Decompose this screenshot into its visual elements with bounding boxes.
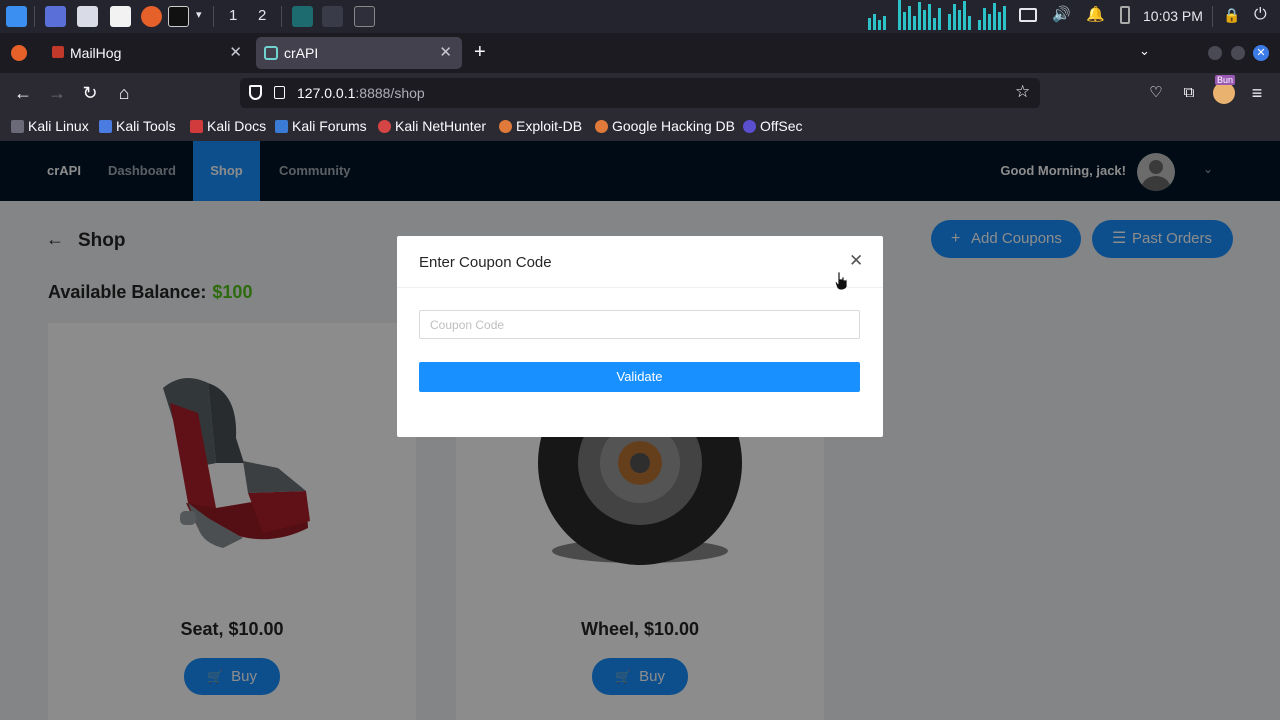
offsec-icon	[743, 120, 756, 133]
browser-tab-strip: MailHog ✕ crAPI ✕ + ⌄ ✕	[0, 33, 1280, 73]
display-icon[interactable]	[1019, 8, 1037, 22]
bookmark-label: Kali Forums	[292, 118, 367, 134]
web-page: crAPI Dashboard Shop Community Good Morn…	[0, 141, 1280, 720]
mailhog-favicon-icon	[52, 46, 64, 58]
bookmark-google-hacking-db[interactable]: Google Hacking DB	[595, 118, 735, 134]
volume-icon[interactable]: 🔊	[1052, 6, 1071, 24]
menu-icon[interactable]: ≡	[1246, 82, 1268, 104]
notifications-icon[interactable]: 🔔	[1086, 6, 1105, 24]
list-all-tabs-icon[interactable]: ⌄	[1139, 43, 1150, 59]
power-icon[interactable]: ⏻	[1254, 6, 1272, 24]
close-tab-icon[interactable]: ✕	[439, 43, 452, 61]
extension-avatar-icon[interactable]: Bun	[1213, 75, 1236, 104]
bookmark-label: Kali Linux	[28, 118, 89, 134]
coupon-modal: Enter Coupon Code ✕ Validate	[397, 236, 883, 437]
extension-badge: Bun	[1215, 75, 1236, 85]
bookmark-label: Exploit-DB	[516, 118, 583, 134]
bookmark-kali-docs[interactable]: Kali Docs	[190, 118, 266, 134]
crapi-favicon-icon	[264, 46, 278, 60]
taskbar-app-icon[interactable]	[292, 6, 313, 27]
modal-title: Enter Coupon Code	[419, 254, 552, 271]
close-icon[interactable]: ✕	[849, 251, 863, 271]
kali-dragon-icon	[11, 120, 24, 133]
validate-button[interactable]: Validate	[419, 362, 860, 392]
taskbar-terminal-icon[interactable]	[354, 6, 375, 27]
page-info-icon[interactable]	[274, 86, 285, 99]
exploit-db-icon	[499, 120, 512, 133]
home-icon[interactable]: ⌂	[113, 82, 135, 104]
url-bar[interactable]: 127.0.0.1:8888/shop ☆	[240, 78, 1040, 108]
url-host: 127.0.0.1	[297, 85, 356, 101]
desktop-icon[interactable]	[45, 6, 66, 27]
os-taskbar: ▾ 1 2 🔊 🔔 10:03 PM 🔒 ⏻	[0, 0, 1280, 33]
taskbar-divider	[1212, 6, 1213, 27]
workspace-1[interactable]: 1	[229, 7, 237, 24]
ghdb-icon	[595, 120, 608, 133]
text-editor-icon[interactable]	[110, 6, 131, 27]
kali-docs-icon	[190, 120, 203, 133]
nethunter-icon	[378, 120, 391, 133]
new-tab-icon[interactable]: +	[474, 41, 486, 64]
taskbar-firefox-icon[interactable]	[322, 6, 343, 27]
terminal-launcher-icon[interactable]	[168, 6, 189, 27]
coupon-code-input[interactable]	[419, 310, 860, 339]
bookmarks-bar: Kali Linux Kali Tools Kali Docs Kali For…	[0, 113, 1280, 141]
tab-crapi[interactable]: crAPI ✕	[256, 37, 462, 69]
firefox-view-icon[interactable]	[11, 45, 27, 61]
kali-forums-icon	[275, 120, 288, 133]
back-icon[interactable]: ←	[12, 82, 34, 104]
bookmark-label: Google Hacking DB	[612, 118, 735, 134]
taskbar-divider	[281, 6, 282, 27]
launcher-chevron-icon[interactable]: ▾	[196, 8, 202, 21]
clock: 10:03 PM	[1143, 8, 1203, 24]
bookmark-label: OffSec	[760, 118, 803, 134]
browser-nav-bar: ← → ↻ ⌂ 127.0.0.1:8888/shop ☆ ♡ ⧉ Bun ≡	[0, 73, 1280, 113]
extensions-icon[interactable]: ⧉	[1178, 82, 1200, 104]
tab-label: crAPI	[284, 45, 319, 61]
minimize-window-button[interactable]	[1208, 46, 1222, 60]
modal-divider	[397, 287, 883, 288]
lock-icon[interactable]: 🔒	[1223, 6, 1241, 24]
file-manager-icon[interactable]	[77, 6, 98, 27]
shield-icon[interactable]	[249, 85, 262, 100]
kali-menu-icon[interactable]	[6, 6, 27, 27]
firefox-launcher-icon[interactable]	[141, 6, 162, 27]
tab-label: MailHog	[70, 45, 122, 61]
bookmark-kali-nethunter[interactable]: Kali NetHunter	[378, 118, 486, 134]
bookmark-exploit-db[interactable]: Exploit-DB	[499, 118, 582, 134]
tab-mailhog[interactable]: MailHog ✕	[40, 37, 252, 69]
workspace-2[interactable]: 2	[258, 7, 266, 24]
taskbar-divider	[34, 6, 35, 27]
bookmark-kali-tools[interactable]: Kali Tools	[99, 118, 176, 134]
reload-icon[interactable]: ↻	[79, 82, 101, 104]
bookmark-label: Kali Docs	[207, 118, 267, 134]
taskbar-divider	[213, 6, 214, 27]
bookmark-star-icon[interactable]: ☆	[1015, 82, 1030, 102]
bookmark-kali-linux[interactable]: Kali Linux	[11, 118, 89, 134]
audio-visualizer	[866, 0, 1012, 33]
kali-tools-icon	[99, 120, 112, 133]
bookmark-label: Kali Tools	[116, 118, 176, 134]
url-path: :8888/shop	[355, 85, 425, 101]
bookmark-label: Kali NetHunter	[395, 118, 487, 134]
bookmark-kali-forums[interactable]: Kali Forums	[275, 118, 367, 134]
battery-icon	[1120, 6, 1130, 24]
close-tab-icon[interactable]: ✕	[229, 43, 242, 61]
pocket-icon[interactable]: ♡	[1145, 82, 1167, 104]
close-window-button[interactable]: ✕	[1253, 45, 1269, 61]
bookmark-offsec[interactable]: OffSec	[743, 118, 803, 134]
maximize-window-button[interactable]	[1231, 46, 1245, 60]
hand-cursor-icon	[834, 271, 848, 291]
forward-icon[interactable]: →	[46, 82, 68, 104]
url-text[interactable]: 127.0.0.1:8888/shop	[297, 85, 425, 101]
